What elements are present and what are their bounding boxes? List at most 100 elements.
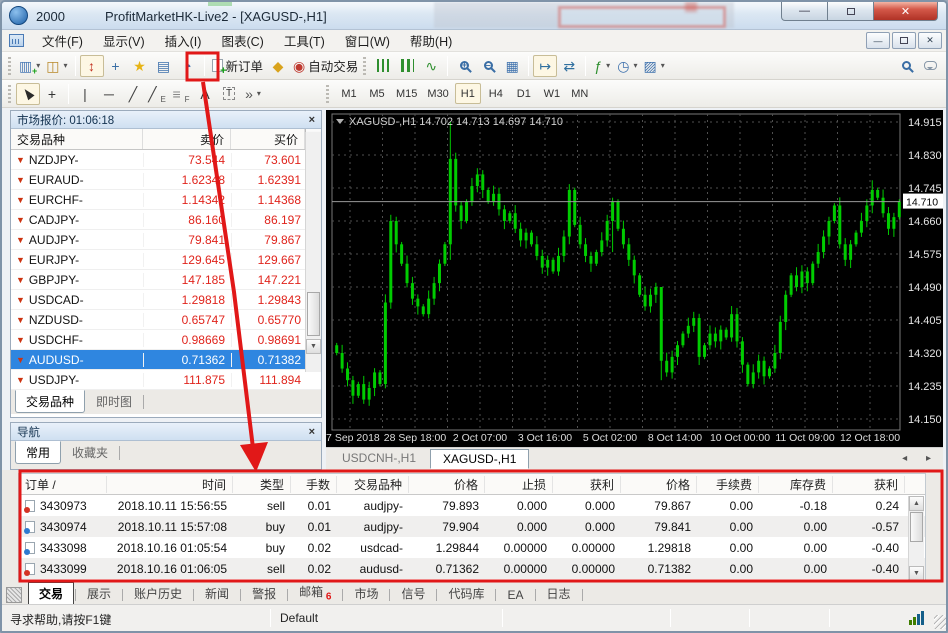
search-button[interactable]	[894, 55, 918, 77]
close-icon[interactable]: ×	[309, 426, 315, 438]
terminal-tab-交易[interactable]: 交易	[28, 582, 75, 604]
minimize-button[interactable]: —	[781, 2, 828, 21]
orders-column-5[interactable]: 价格	[409, 475, 485, 493]
terminal-tab-信号[interactable]: 信号	[391, 583, 435, 604]
terminal-tab-展示[interactable]: 展示	[77, 583, 121, 604]
new-order-button[interactable]: 新订单	[209, 55, 267, 77]
timeframe-h4[interactable]: H4	[483, 83, 509, 104]
timeframe-m1[interactable]: M1	[336, 83, 362, 104]
vertical-line-button[interactable]: |	[73, 83, 97, 105]
horizontal-line-button[interactable]: ─	[97, 83, 121, 105]
status-profile[interactable]: Default	[280, 611, 318, 625]
metaeditor-button[interactable]: ◆	[266, 55, 290, 77]
profiles-button[interactable]: ◫ ▾	[43, 55, 70, 77]
terminal-button[interactable]: ▤	[152, 55, 176, 77]
close-icon[interactable]: ×	[309, 114, 315, 126]
market-watch-row[interactable]: ▼ USDJPY- 111.875 111.894	[11, 370, 321, 390]
market-watch-titlebar[interactable]: 市场报价: 01:06:18 ×	[11, 111, 321, 129]
terminal-tab-警报[interactable]: 警报	[242, 583, 286, 604]
menu-item-6[interactable]: 帮助(H)	[400, 32, 462, 52]
autotrading-button[interactable]: ◉ 自动交易	[290, 55, 361, 77]
timeframe-d1[interactable]: D1	[511, 83, 537, 104]
chevron-down-icon[interactable]: ▾	[633, 61, 637, 70]
text-button[interactable]: A	[193, 83, 217, 105]
column-ask[interactable]: 买价	[231, 129, 305, 149]
chevron-down-icon[interactable]: ▾	[661, 61, 665, 70]
chart-tab-USDCNH-,H1[interactable]: USDCNH-,H1	[330, 449, 428, 469]
scroll-down-icon[interactable]: ▼	[909, 566, 924, 581]
orders-column-8[interactable]: 价格	[621, 475, 697, 493]
crosshair-button[interactable]: +	[40, 83, 64, 105]
chart-document-icon[interactable]	[9, 34, 24, 47]
market-watch-row[interactable]: ▼ NZDJPY- 73.544 73.601	[11, 150, 321, 170]
market-watch-row[interactable]: ▼ GBPJPY- 147.185 147.221	[11, 270, 321, 290]
market-watch-row[interactable]: ▼ NZDUSD- 0.65747 0.65770	[11, 310, 321, 330]
market-watch-tab-交易品种[interactable]: 交易品种	[15, 390, 86, 413]
orders-column-0[interactable]: 订单 /	[19, 475, 107, 493]
chevron-down-icon[interactable]: ▾	[257, 89, 261, 98]
menu-item-0[interactable]: 文件(F)	[32, 32, 93, 52]
market-watch-row[interactable]: ▼ EURAUD- 1.62348 1.62391	[11, 170, 321, 190]
column-symbol[interactable]: 交易品种	[11, 129, 143, 149]
bar-chart-button[interactable]	[371, 55, 395, 77]
market-watch-row[interactable]: ▼ USDCHF- 0.98669 0.98691	[11, 330, 321, 350]
zoom-in-button[interactable]: +	[452, 55, 476, 77]
market-watch-tab-即时图[interactable]: 即时图	[86, 391, 142, 412]
tab-scroll-arrows-icon[interactable]: ◂ ▸	[902, 449, 939, 464]
terminal-scrollbar[interactable]: ▲ ▼	[908, 496, 924, 581]
market-watch-row[interactable]: ▼ EURJPY- 129.645 129.667	[11, 250, 321, 270]
scrollbar-thumb[interactable]	[307, 292, 320, 336]
fibonacci-button[interactable]: ≡ F	[169, 83, 193, 105]
tile-windows-button[interactable]: ▦	[500, 55, 524, 77]
orders-column-10[interactable]: 库存费	[759, 475, 833, 493]
timeframe-h1[interactable]: H1	[454, 83, 481, 104]
terminal-tab-市场[interactable]: 市场	[344, 583, 388, 604]
orders-column-7[interactable]: 获利	[553, 475, 621, 493]
market-watch-row[interactable]: ▼ EURCHF- 1.14342 1.14368	[11, 190, 321, 210]
orders-column-2[interactable]: 类型	[233, 475, 291, 493]
data-window-button[interactable]: +	[104, 55, 128, 77]
new-chart-button[interactable]: ▥ + ▾	[16, 55, 43, 77]
mdi-close-button[interactable]: ✕	[918, 32, 942, 49]
line-chart-button[interactable]: ∿	[419, 55, 443, 77]
terminal-tab-EA[interactable]: EA	[497, 586, 533, 604]
dock-grip-icon[interactable]	[6, 587, 22, 603]
navigator-button[interactable]: ★	[128, 55, 152, 77]
cursor-button[interactable]	[16, 82, 40, 105]
mdi-minimize-button[interactable]: —	[866, 32, 890, 49]
timeframe-w1[interactable]: W1	[539, 83, 565, 104]
periods-button[interactable]: ◷ ▾	[614, 55, 640, 77]
market-watch-row[interactable]: ▼ CADJPY- 86.160 86.197	[11, 210, 321, 230]
orders-column-4[interactable]: 交易品种	[337, 475, 409, 493]
timeframe-m30[interactable]: M30	[423, 83, 452, 104]
chevron-down-icon[interactable]: ▾	[606, 61, 610, 70]
terminal-tab-新闻[interactable]: 新闻	[195, 583, 239, 604]
arrows-button[interactable]: » ▾	[241, 83, 265, 105]
market-watch-row[interactable]: ▼ USDCAD- 1.29818 1.29843	[11, 290, 321, 310]
order-row[interactable]: 3433098 2018.10.16 01:05:54 buy 0.02 usdcad-…	[19, 537, 925, 558]
terminal-tab-邮箱[interactable]: 邮箱 6	[289, 581, 341, 604]
close-button[interactable]: ✕	[874, 2, 938, 21]
chart-area[interactable]: 14.915 14.830 14.745 14.660 14.575 14.490 14.4…	[320, 110, 944, 447]
column-bid[interactable]: 卖价	[143, 129, 231, 149]
candlesticks-button[interactable]	[395, 55, 419, 77]
resize-grip[interactable]	[934, 615, 946, 629]
timeframe-m5[interactable]: M5	[364, 83, 390, 104]
terminal-tab-代码库[interactable]: 代码库	[438, 583, 494, 604]
menu-item-4[interactable]: 工具(T)	[274, 32, 335, 52]
market-watch-scrollbar[interactable]: ▼	[305, 132, 321, 372]
scroll-up-icon[interactable]: ▲	[909, 496, 924, 511]
restore-button[interactable]	[828, 2, 874, 21]
orders-column-3[interactable]: 手数	[291, 475, 337, 493]
auto-scroll-button[interactable]: ↦	[533, 54, 558, 77]
orders-column-6[interactable]: 止损	[485, 475, 553, 493]
scrollbar-thumb[interactable]	[910, 512, 923, 542]
market-watch-button[interactable]: ↕	[79, 54, 104, 77]
market-watch-row[interactable]: ▼ AUDJPY- 79.841 79.867	[11, 230, 321, 250]
order-row[interactable]: 3430974 2018.10.11 15:57:08 buy 0.01 audjpy-…	[19, 516, 925, 537]
text-label-button[interactable]: T	[217, 83, 241, 105]
strategy-tester-button[interactable]: ◔	[176, 55, 200, 77]
navigator-tab-常用[interactable]: 常用	[15, 441, 62, 464]
chart-tab-XAGUSD-,H1[interactable]: XAGUSD-,H1	[430, 449, 530, 469]
indicators-button[interactable]: ƒ ▾	[590, 55, 614, 77]
